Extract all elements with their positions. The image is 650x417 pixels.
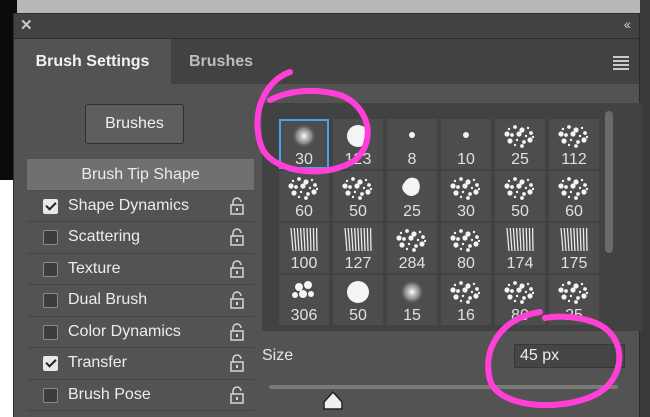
lock-icon[interactable]: [229, 228, 245, 246]
brush-preset-bristle[interactable]: 127: [333, 223, 383, 273]
option-checkbox[interactable]: [43, 356, 58, 371]
brush-size-label: 50: [511, 203, 529, 220]
brush-preset-bristle[interactable]: 175: [549, 223, 599, 273]
brush-preset-scatter[interactable]: 284: [387, 223, 437, 273]
lock-icon[interactable]: [229, 385, 245, 404]
brush-size-label: 80: [457, 255, 475, 272]
option-row[interactable]: Brush Pose: [27, 380, 254, 411]
tab-brush-settings[interactable]: Brush Settings: [14, 39, 171, 84]
brush-preset-soft-round[interactable]: 30: [279, 119, 329, 169]
brush-size-label: 50: [349, 203, 367, 220]
option-row[interactable]: Dual Brush: [27, 285, 254, 317]
option-label: Dual Brush: [68, 291, 148, 308]
option-checkbox[interactable]: [43, 387, 58, 403]
option-label: Scattering: [68, 228, 141, 245]
option-row[interactable]: Transfer: [27, 348, 254, 380]
brush-size-label: 30: [457, 203, 475, 220]
panel-tabbar: Brush Settings Brushes: [14, 39, 639, 84]
brush-size-label: 60: [565, 203, 583, 220]
collapse-panel-icon[interactable]: ‹‹: [624, 16, 631, 32]
close-icon[interactable]: ✕: [20, 16, 33, 34]
brush-size-label: 175: [560, 255, 588, 272]
brush-preset-blob[interactable]: 25: [387, 171, 437, 221]
option-row[interactable]: Shape Dynamics: [27, 191, 254, 222]
preset-scroll-thumb[interactable]: [605, 111, 613, 253]
brush-size-label: 30: [295, 151, 313, 168]
size-slider-thumb[interactable]: [322, 391, 344, 411]
brush-preset-grid: 30 123 8 10 25 112 60 50 25 30 50 60 100 127 284 80 174 1…: [262, 103, 642, 331]
brush-size-label: 8: [407, 151, 417, 168]
option-label: Shape Dynamics: [68, 196, 189, 214]
brush-preset-leaf[interactable]: 306: [279, 275, 329, 325]
option-checkbox[interactable]: [43, 261, 58, 277]
brush-preset-chalk[interactable]: 50: [333, 171, 383, 221]
brush-preset-spray[interactable]: 50: [495, 171, 545, 221]
brush-preset-soft-round[interactable]: 15: [387, 275, 437, 325]
brush-preset-bristle[interactable]: 174: [495, 223, 545, 273]
option-label: Color Dynamics: [68, 322, 181, 340]
brush-size-label: 80: [511, 307, 529, 324]
option-row[interactable]: Texture: [27, 254, 254, 285]
brush-preset-hard-round[interactable]: 123: [333, 119, 383, 169]
brushes-button[interactable]: Brushes: [85, 104, 184, 144]
panel-titlebar: ✕ ‹‹: [14, 14, 639, 39]
option-checkbox[interactable]: [43, 198, 58, 214]
size-label: Size: [262, 347, 294, 364]
brush-preset-scatter[interactable]: 16: [441, 275, 491, 325]
brush-size-label: 100: [290, 255, 318, 272]
lock-icon[interactable]: [229, 291, 245, 309]
brush-size-label: 50: [349, 307, 367, 324]
brush-size-label: 25: [565, 307, 583, 324]
brush-preset-texture[interactable]: 112: [549, 119, 599, 169]
brush-size-label: 127: [344, 255, 372, 272]
brush-size-label: 25: [511, 151, 529, 168]
option-row[interactable]: Scattering: [27, 222, 254, 254]
brush-preset-splatter[interactable]: 25: [495, 119, 545, 169]
brush-preset-spray[interactable]: 60: [549, 171, 599, 221]
panel-menu-icon[interactable]: [613, 56, 629, 72]
option-label: Transfer: [68, 354, 127, 371]
brush-preset-hard-round[interactable]: 50: [333, 275, 383, 325]
brush-size-label: 25: [403, 203, 421, 220]
brush-size-label: 123: [344, 151, 372, 168]
option-checkbox[interactable]: [43, 230, 58, 245]
brush-preset-scatter[interactable]: 80: [495, 275, 545, 325]
brush-preset-small-dot[interactable]: 10: [441, 119, 491, 169]
option-label: Texture: [68, 259, 121, 277]
brush-preset-scatter[interactable]: 25: [549, 275, 599, 325]
brush-preset-chalk[interactable]: 60: [279, 171, 329, 221]
brush-size-label: 174: [506, 255, 534, 272]
option-checkbox[interactable]: [43, 293, 58, 308]
lock-icon[interactable]: [229, 196, 245, 215]
lock-icon[interactable]: [229, 259, 245, 278]
lock-icon[interactable]: [229, 354, 245, 372]
option-row[interactable]: Color Dynamics: [27, 317, 254, 348]
brush-preset-spray[interactable]: 30: [441, 171, 491, 221]
brush-options-list: Brush Tip Shape Shape Dynamics Scattering…: [27, 159, 254, 411]
brush-size-label: 16: [457, 307, 475, 324]
brush-size-label: 306: [290, 307, 318, 324]
option-label: Brush Pose: [68, 385, 151, 403]
brush-settings-panel: ✕ ‹‹ Brush Settings Brushes Brushes Brus…: [13, 13, 642, 417]
brush-size-label: 60: [295, 203, 313, 220]
lock-icon[interactable]: [229, 322, 245, 341]
preset-scrollbar[interactable]: [602, 105, 616, 325]
size-slider-track[interactable]: [269, 385, 618, 389]
brush-preset-small-dot[interactable]: 8: [387, 119, 437, 169]
brush-size-label: 10: [457, 151, 475, 168]
size-input[interactable]: [514, 344, 625, 368]
brush-preset-bristle[interactable]: 100: [279, 223, 329, 273]
option-brush-tip-shape[interactable]: Brush Tip Shape: [27, 159, 254, 191]
brush-size-label: 112: [561, 151, 587, 168]
brush-preset-scatter[interactable]: 80: [441, 223, 491, 273]
option-checkbox[interactable]: [43, 324, 58, 340]
brush-size-label: 15: [403, 307, 421, 324]
tab-brushes[interactable]: Brushes: [171, 39, 271, 84]
brush-size-label: 284: [398, 255, 426, 272]
